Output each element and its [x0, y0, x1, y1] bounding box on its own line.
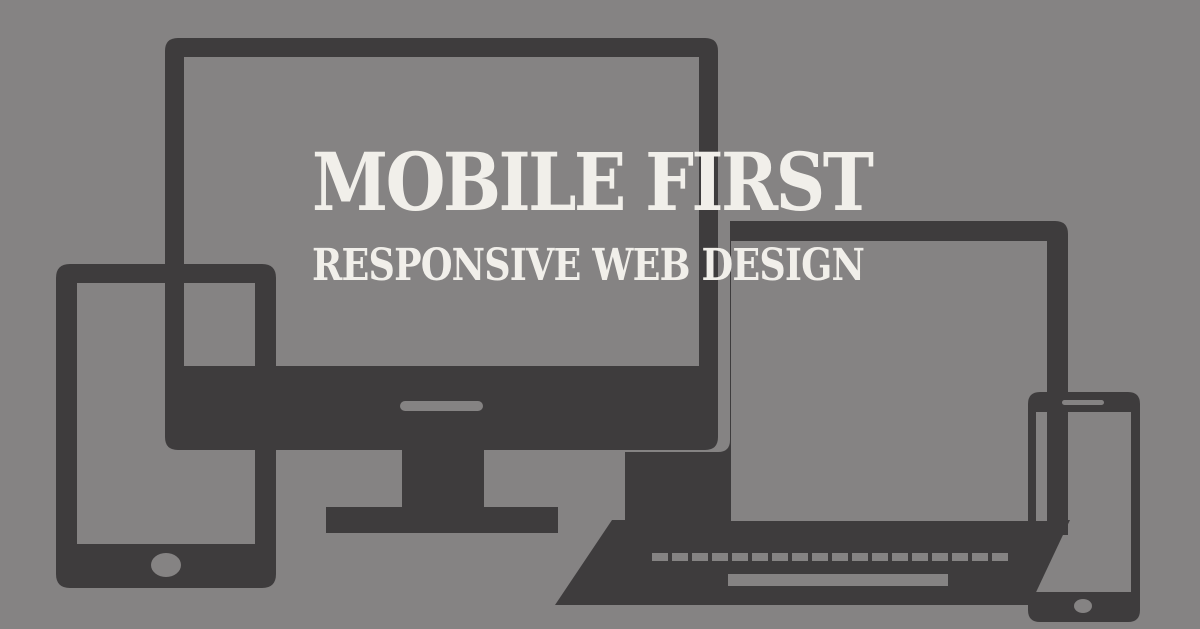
devices-illustration: .dev { fill: #3e3c3d; } .accent { fill: … [56, 38, 1140, 622]
headline-title: MOBILE FIRST [312, 135, 874, 229]
headline-subtitle: RESPONSIVE WEB DESIGN [312, 240, 865, 291]
